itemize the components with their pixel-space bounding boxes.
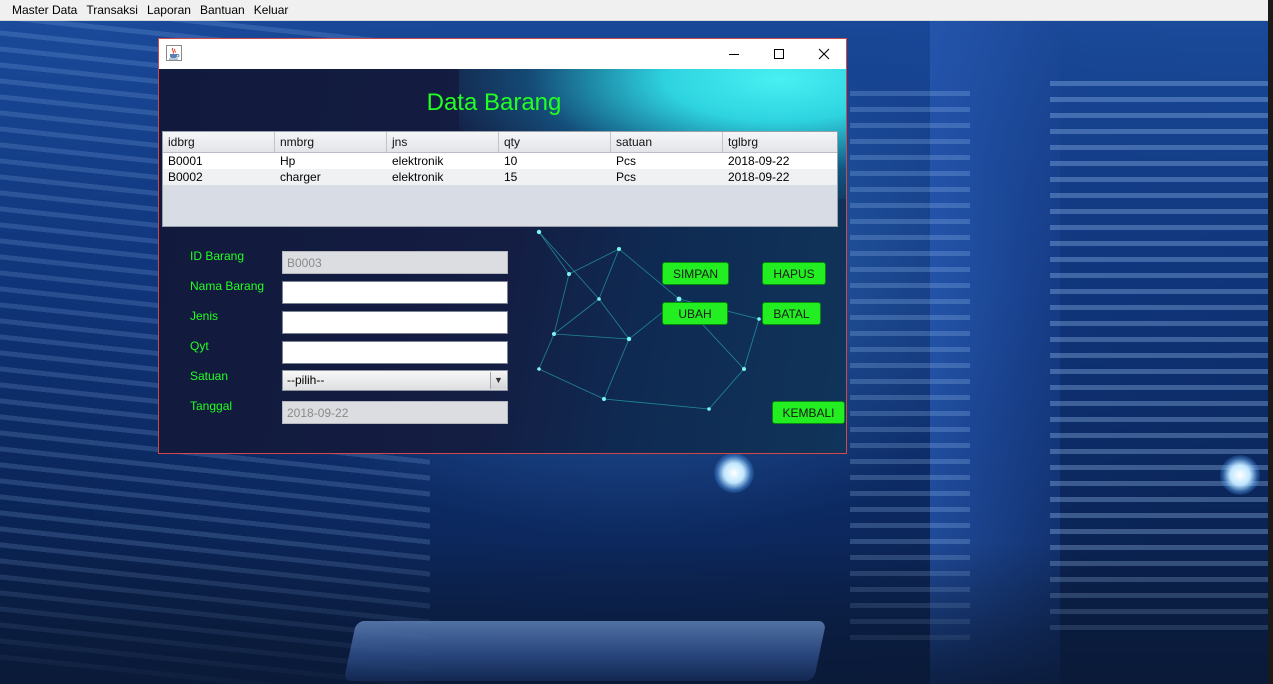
table-cell: 15 bbox=[504, 170, 518, 184]
satuan-label: Satuan bbox=[190, 369, 229, 383]
chevron-down-icon[interactable]: ▼ bbox=[490, 372, 506, 389]
ubah-button[interactable]: UBAH bbox=[662, 302, 728, 325]
tanggal-label: Tanggal bbox=[190, 399, 233, 413]
table-cell: elektronik bbox=[392, 154, 444, 168]
table-header: idbrg nmbrg jns qty satuan tglbrg bbox=[163, 132, 837, 153]
minimize-icon bbox=[729, 54, 739, 55]
kembali-button[interactable]: KEMBALI bbox=[772, 401, 845, 424]
table-cell: B0002 bbox=[168, 170, 203, 184]
table-cell: 10 bbox=[504, 154, 518, 168]
table-body: B0001 Hp elektronik 10 Pcs 2018-09-22 B0… bbox=[163, 153, 837, 185]
minimize-button[interactable] bbox=[711, 39, 757, 69]
jenis-field[interactable] bbox=[282, 311, 508, 334]
column-header-satuan[interactable]: satuan bbox=[611, 132, 723, 152]
close-icon bbox=[818, 48, 830, 60]
maximize-button[interactable] bbox=[756, 39, 802, 69]
table-cell: Pcs bbox=[616, 170, 637, 184]
column-header-idbrg[interactable]: idbrg bbox=[163, 132, 275, 152]
table-cell: Hp bbox=[280, 154, 296, 168]
maximize-icon bbox=[774, 49, 784, 59]
table-cell: charger bbox=[280, 170, 321, 184]
satuan-selected-value: --pilih-- bbox=[287, 373, 325, 387]
simpan-button[interactable]: SIMPAN bbox=[662, 262, 729, 285]
table-row[interactable]: B0001 Hp elektronik 10 Pcs 2018-09-22 bbox=[163, 153, 837, 169]
menu-bar: Master Data Transaksi Laporan Bantuan Ke… bbox=[0, 0, 1273, 21]
table-cell: elektronik bbox=[392, 170, 444, 184]
menu-master-data[interactable]: Master Data bbox=[8, 0, 81, 20]
background-light bbox=[1220, 455, 1260, 495]
barang-table: idbrg nmbrg jns qty satuan tglbrg B0001 … bbox=[162, 131, 838, 227]
qty-field[interactable] bbox=[282, 341, 508, 364]
hapus-button[interactable]: HAPUS bbox=[762, 262, 826, 285]
jenis-label: Jenis bbox=[190, 309, 219, 323]
batal-button[interactable]: BATAL bbox=[762, 302, 821, 325]
java-cup-icon bbox=[166, 45, 182, 61]
id-barang-field[interactable] bbox=[282, 251, 508, 274]
screen-edge bbox=[1268, 0, 1273, 684]
data-barang-window: Data Barang idbrg nmbrg jns qty satuan t… bbox=[158, 38, 847, 454]
menu-laporan[interactable]: Laporan bbox=[143, 0, 195, 20]
satuan-select[interactable]: --pilih-- ▼ bbox=[282, 370, 508, 391]
application-root: Master Data Transaksi Laporan Bantuan Ke… bbox=[0, 0, 1273, 684]
qty-label: Qyt bbox=[190, 339, 209, 353]
menu-bantuan[interactable]: Bantuan bbox=[196, 0, 249, 20]
column-header-jns[interactable]: jns bbox=[387, 132, 499, 152]
menu-transaksi[interactable]: Transaksi bbox=[82, 0, 142, 20]
table-cell: 2018-09-22 bbox=[728, 154, 790, 168]
column-header-nmbrg[interactable]: nmbrg bbox=[275, 132, 387, 152]
column-header-tglbrg[interactable]: tglbrg bbox=[723, 132, 835, 152]
table-cell: 2018-09-22 bbox=[728, 170, 790, 184]
window-titlebar[interactable] bbox=[159, 39, 846, 69]
table-row[interactable]: B0002 charger elektronik 15 Pcs 2018-09-… bbox=[163, 169, 837, 185]
table-cell: B0001 bbox=[168, 154, 203, 168]
column-header-qty[interactable]: qty bbox=[499, 132, 611, 152]
nama-barang-label: Nama Barang bbox=[190, 279, 265, 293]
background-light bbox=[714, 453, 754, 493]
tanggal-field[interactable] bbox=[282, 401, 508, 424]
table-cell: Pcs bbox=[616, 154, 637, 168]
page-title: Data Barang bbox=[426, 89, 562, 116]
menu-keluar[interactable]: Keluar bbox=[250, 0, 293, 20]
background-bed bbox=[343, 621, 827, 681]
nama-barang-field[interactable] bbox=[282, 281, 508, 304]
id-barang-label: ID Barang bbox=[190, 249, 245, 263]
close-button[interactable] bbox=[801, 39, 847, 69]
window-content: Data Barang idbrg nmbrg jns qty satuan t… bbox=[159, 69, 846, 453]
